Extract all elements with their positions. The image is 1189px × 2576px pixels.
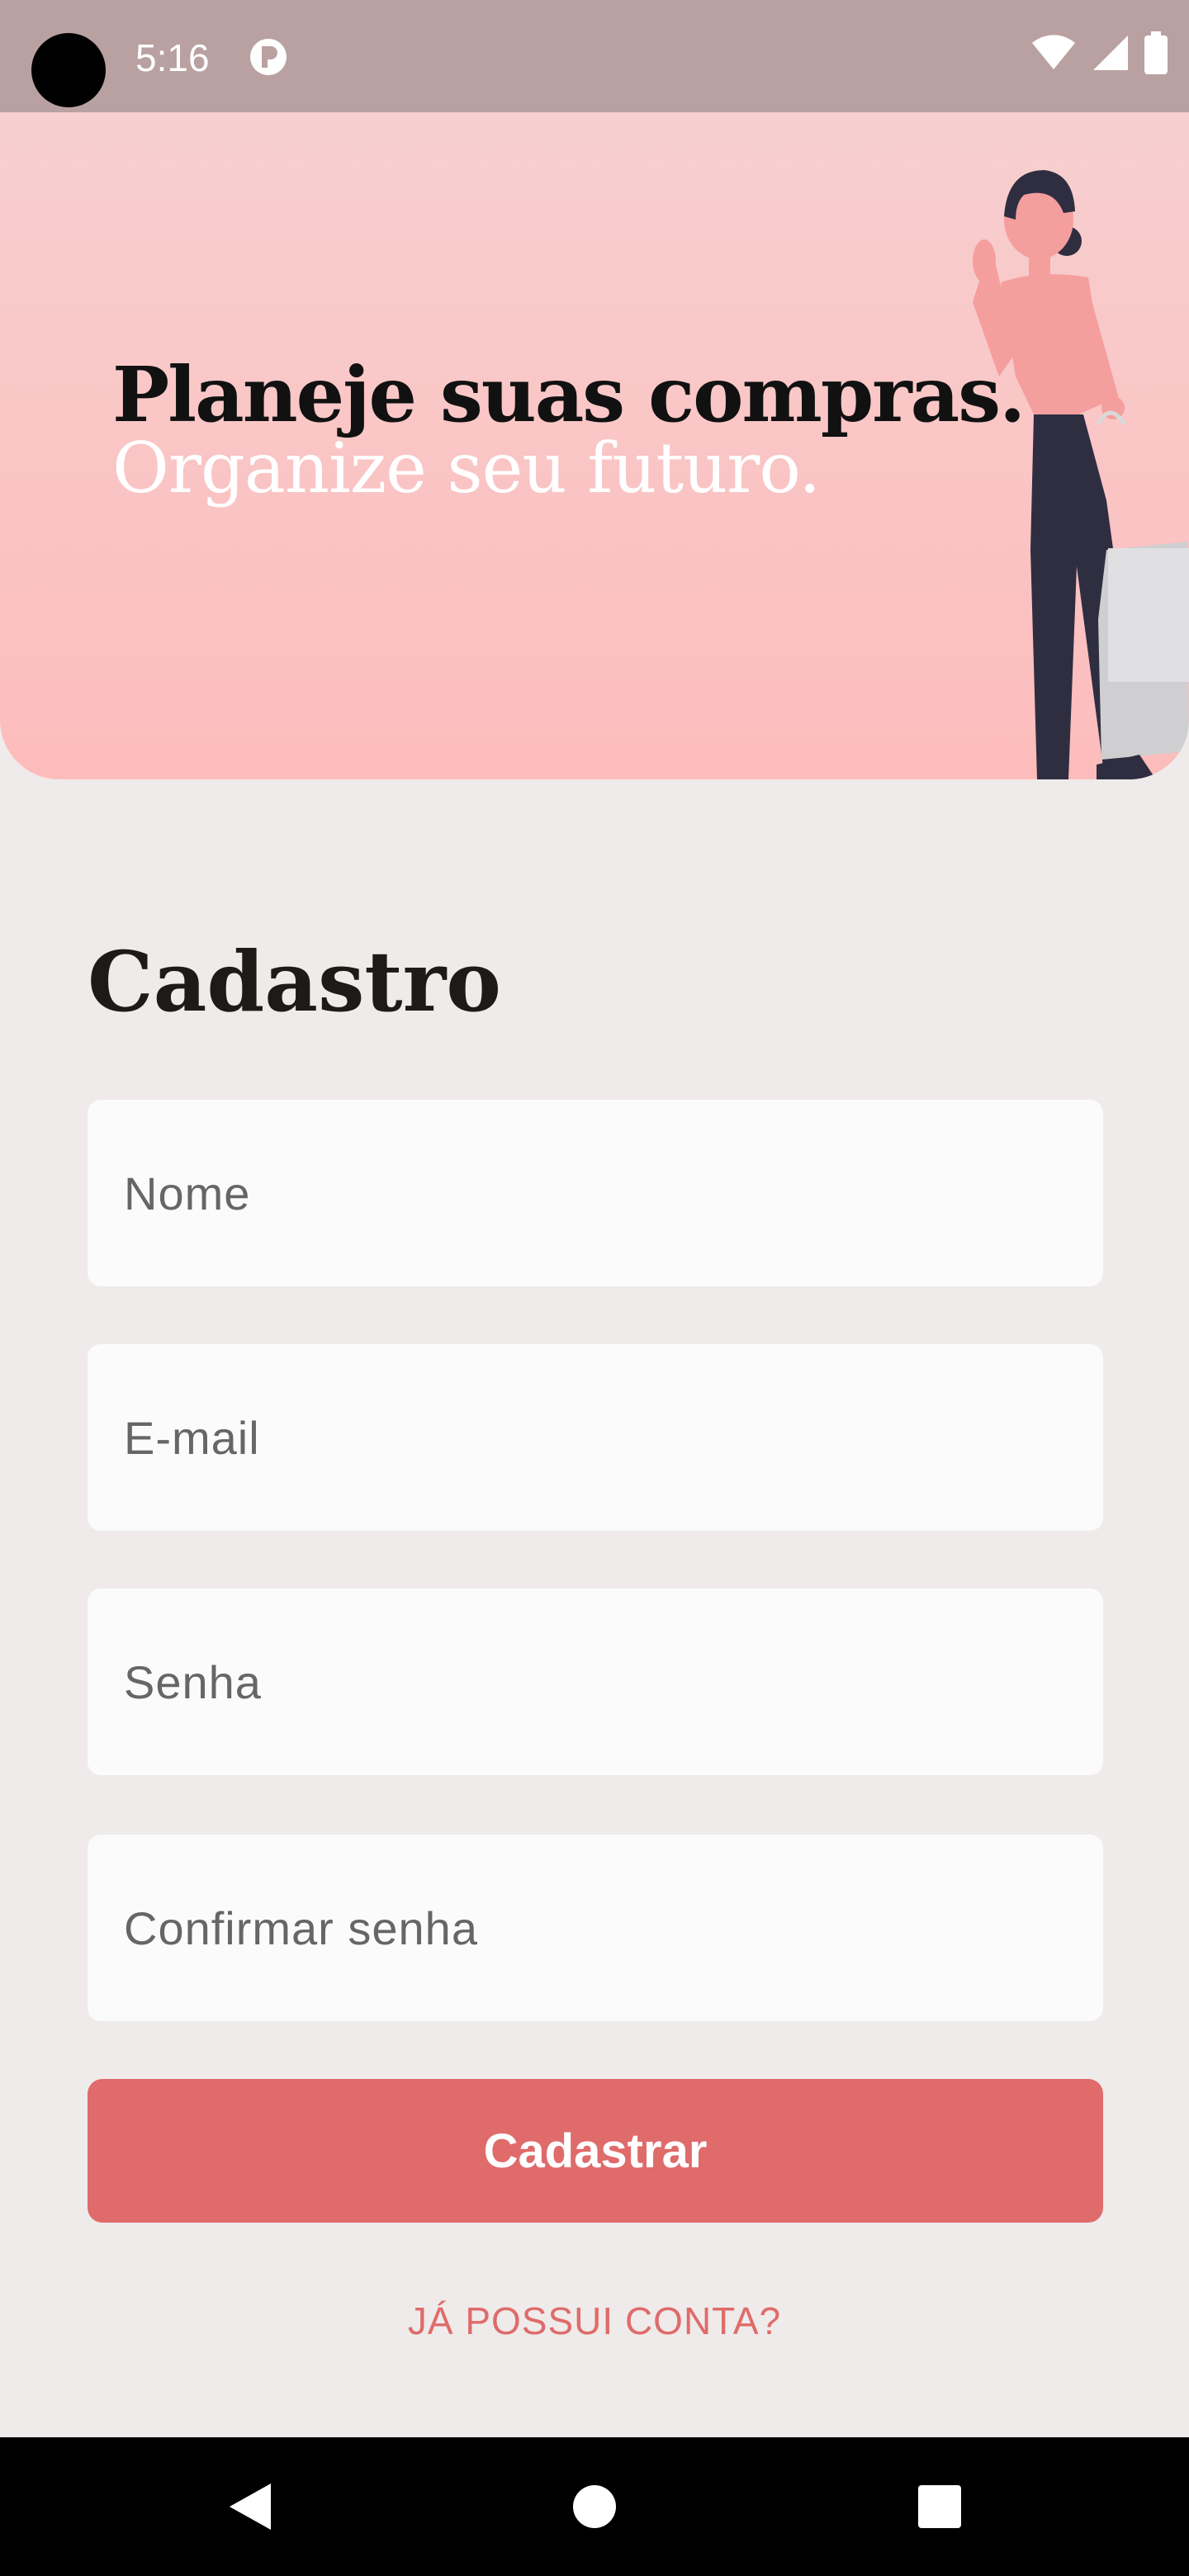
page-title: Cadastro [88,933,501,1030]
system-nav-bar [0,2437,1189,2576]
hero-headline: Planeje suas compras. [112,350,1026,439]
signal-icon [1092,34,1130,76]
status-time: 5:16 [135,36,210,79]
status-icons [1030,31,1168,78]
recents-icon[interactable] [910,2477,969,2536]
register-button[interactable]: Cadastrar [88,2079,1103,2223]
confirm-password-field[interactable] [88,1835,1103,2021]
woman-with-shopping-bag-illustration [892,137,1189,779]
password-field[interactable] [88,1589,1103,1775]
status-bar: 5:16 [0,0,1189,112]
home-icon[interactable] [565,2477,624,2536]
email-field[interactable] [88,1344,1103,1531]
camera-cutout [31,33,106,107]
name-field[interactable] [88,1100,1103,1286]
pocket-icon [248,36,289,78]
login-link[interactable]: JÁ POSSUI CONTA? [0,2299,1189,2343]
wifi-icon [1030,34,1077,75]
back-icon[interactable] [220,2477,279,2536]
hero-subheadline: Organize seu futuro. [112,428,821,509]
hero-banner: Planeje suas compras. Organize seu futur… [0,112,1189,779]
battery-icon [1144,31,1168,78]
